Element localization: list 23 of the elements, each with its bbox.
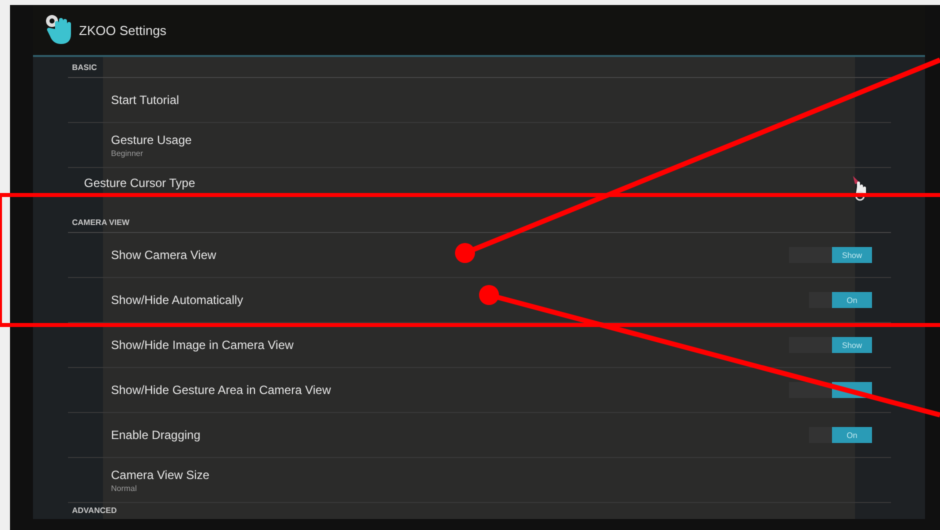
settings-row[interactable]: Show/Hide Image in Camera View Show bbox=[68, 323, 891, 368]
setting-label: Show/Hide Gesture Area in Camera View bbox=[111, 383, 332, 397]
hand-cursor-icon bbox=[851, 175, 869, 201]
setting-value: Beginner bbox=[111, 148, 144, 158]
window-title: ZKOO Settings bbox=[79, 22, 166, 38]
setting-label: Show/Hide Image in Camera View bbox=[111, 338, 295, 352]
settings-row[interactable]: Camera View Size Normal bbox=[68, 458, 891, 503]
setting-label: Gesture Usage bbox=[111, 132, 193, 146]
setting-label: Show Camera View bbox=[111, 248, 218, 262]
setting-label: Enable Dragging bbox=[111, 428, 202, 442]
settings-row[interactable]: Start Tutorial bbox=[68, 78, 891, 123]
section-header: CAMERA VIEW bbox=[68, 212, 891, 233]
setting-label: Show/Hide Automatically bbox=[111, 293, 244, 307]
setting-label: Gesture Cursor Type bbox=[84, 176, 196, 190]
section-header: BASIC bbox=[68, 57, 891, 78]
settings-row[interactable]: Gesture Cursor Type bbox=[68, 168, 891, 198]
setting-value: Normal bbox=[111, 484, 138, 492]
setting-label: Camera View Size bbox=[111, 468, 210, 482]
setting-label: Start Tutorial bbox=[111, 93, 180, 107]
settings-row[interactable]: Show/Hide Gesture Area in Camera View bbox=[68, 368, 891, 413]
section-header: ADVANCED bbox=[71, 505, 118, 517]
settings-row[interactable]: Gesture Usage Beginner bbox=[68, 123, 891, 168]
settings-row[interactable]: Enable Dragging On bbox=[68, 413, 891, 458]
